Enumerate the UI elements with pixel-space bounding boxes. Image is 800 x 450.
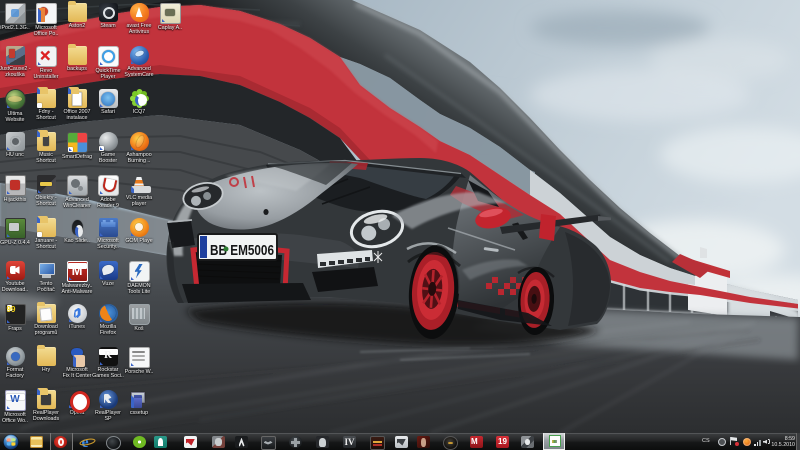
svg-text:BB EM5006: BB EM5006: [210, 242, 274, 259]
svg-text:e: e: [82, 434, 89, 450]
